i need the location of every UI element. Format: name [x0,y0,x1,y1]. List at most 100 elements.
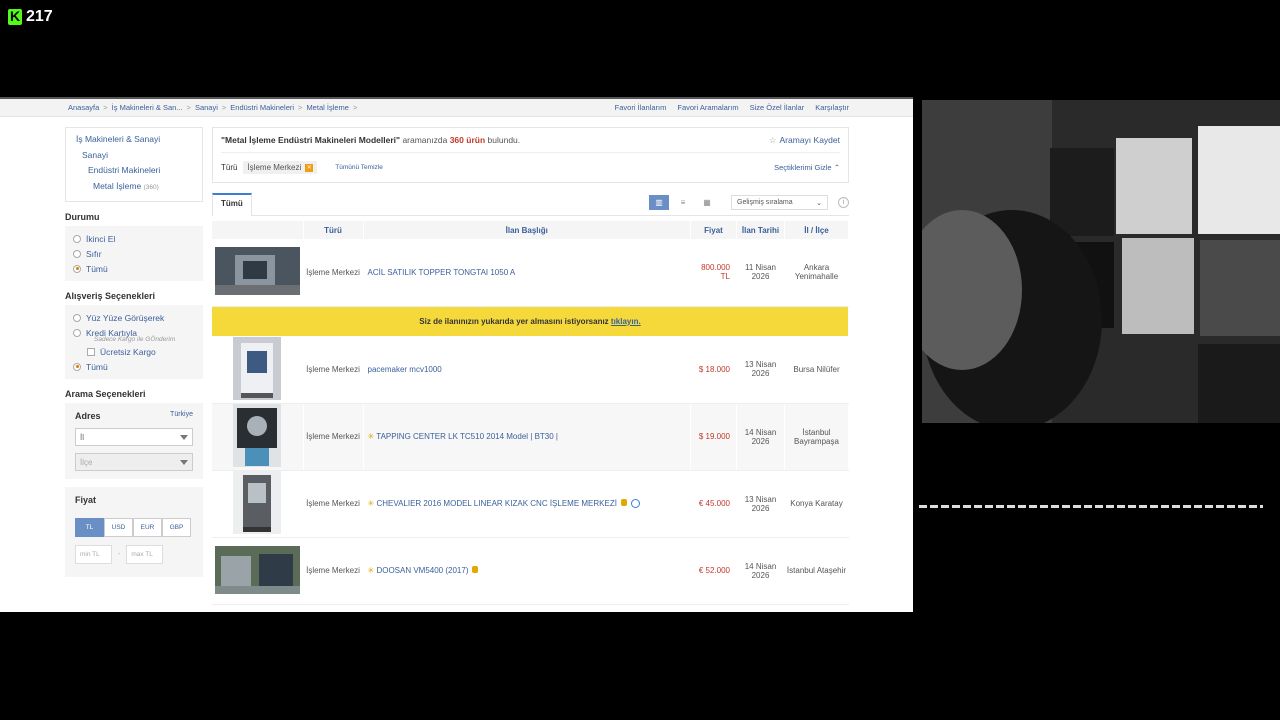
listing-title[interactable]: ACİL SATILIK TOPPER TONGTAI 1050 A [363,239,691,307]
listing-date: 14 Nisan 2026 [736,537,785,605]
category-count: (360) [143,183,159,191]
chevron-down-icon [180,434,188,440]
listing-location: Ankara Yenimahalle [784,239,849,307]
category-l2[interactable]: Sanayi [76,148,194,164]
filter-sidebar: İş Makineleri & Sanayi Sanayi Endüstri M… [65,127,203,577]
col-image [212,221,304,239]
table-row[interactable]: İşleme Merkezi ✳ DOOSAN VM5400 (2017) € … [212,537,849,605]
breadcrumb-item[interactable]: İş Makineleri & San... [112,103,183,112]
search-options-title: Arama Seçenekleri [65,389,146,399]
promo-link[interactable]: tıklayın. [611,317,641,326]
country-link[interactable]: Türkiye [170,411,193,421]
condition-title: Durumu [65,212,100,222]
listing-title[interactable]: ✳ DOOSAN VM5400 (2017) [363,537,691,605]
listing-type: İşleme Merkezi [303,403,364,471]
condition-new[interactable]: Sıfır [73,246,195,261]
listing-type: İşleme Merkezi [303,336,364,404]
listing-title[interactable]: ✳ TAPPING CENTER LK TC510 2014 Model | B… [363,403,691,471]
col-title[interactable]: İlan Başlığı [363,221,691,239]
condition-all[interactable]: Tümü [73,261,195,276]
personalized-listings-link[interactable]: Size Özel İlanlar [750,103,805,112]
shopping-face-to-face[interactable]: Yüz Yüze Görüşerek [73,310,195,325]
district-select[interactable]: İlçe [75,453,193,471]
info-icon[interactable]: i [838,197,849,208]
clear-all-link[interactable]: Tümünü Temizle [335,164,383,171]
condition-used[interactable]: İkinci El [73,231,195,246]
favorite-listings-link[interactable]: Favori İlanlarım [615,103,667,112]
breadcrumb-item[interactable]: Sanayi [195,103,218,112]
col-date[interactable]: İlan Tarihi [736,221,785,239]
breadcrumb-item[interactable]: Metal İşleme [306,103,349,112]
radio-icon [73,234,81,243]
breadcrumb-item[interactable]: Anasayfa [68,103,99,112]
top-bar: Anasayfa > İş Makineleri & San... > Sanayi… [0,97,913,117]
listing-thumbnail[interactable] [214,247,300,296]
currency-eur[interactable]: EUR [133,518,162,537]
listing-price: $ 19.000 [690,403,737,471]
results-main: "Metal İşleme Endüstri Makineleri Modell… [212,127,849,605]
listing-thumbnail[interactable] [233,404,282,467]
currency-usd[interactable]: USD [104,518,133,537]
table-row[interactable]: İşleme Merkezi pacemaker mcv1000 $ 18.00… [212,336,849,404]
listing-location: İstanbul Ataşehir [784,537,849,605]
chevron-down-icon [180,459,188,465]
category-l3[interactable]: Endüstri Makineleri [76,163,194,179]
listing-date: 14 Nisan 2026 [736,403,785,471]
favorite-searches-link[interactable]: Favori Aramalarım [677,103,738,112]
listing-title[interactable]: pacemaker mcv1000 [363,336,691,404]
radio-checked-icon [73,264,81,273]
listing-location: Bursa Nilüfer [784,336,849,404]
table-row[interactable]: İşleme Merkezi ACİL SATILIK TOPPER TONGT… [212,239,849,307]
tab-all[interactable]: Tümü [212,193,252,216]
currency-gbp[interactable]: GBP [162,518,191,537]
max-price-input[interactable]: max TL [126,545,164,564]
listing-location: Konya Karatay [784,470,849,538]
currency-toggle: TL USD EUR GBP [75,518,193,537]
category-l1[interactable]: İş Makineleri & Sanayi [76,132,194,148]
col-location[interactable]: İl / İlçe [784,221,849,239]
list-view-icon[interactable]: ▥ [649,195,669,210]
listing-thumbnail[interactable] [233,336,282,400]
city-select[interactable]: İl [75,428,193,446]
stream-frame: 217 Anasayfa> İş Makineleri & San...> Sa… [0,0,1280,720]
hide-selected-toggle[interactable]: Seçtiklerimi Gizle ⌃ [774,163,840,172]
currency-tl[interactable]: TL [75,518,104,537]
shopping-all[interactable]: Tümü [73,359,195,374]
breadcrumb-item[interactable]: Endüstri Makineleri [230,103,294,112]
grid-view-icon[interactable]: ▦ [697,195,717,210]
price-filter: Fiyat TL USD EUR GBP min TL - max TL [65,487,203,577]
listing-thumbnail[interactable] [233,471,282,534]
table-row[interactable]: İşleme Merkezi ✳ TAPPING CENTER LK TC510… [212,403,849,471]
result-text: "Metal İşleme Endüstri Makineleri Modell… [221,135,521,145]
compare-link[interactable]: Karşılaştır [815,103,849,112]
free-shipping-checkbox[interactable]: Ücretsiz Kargo [73,344,195,359]
table-row[interactable]: İşleme Merkezi ✳ CHEVALIER 2016 MODEL LI… [212,470,849,538]
result-summary: "Metal İşleme Endüstri Makineleri Modell… [212,127,849,183]
viewer-overlay: 217 [8,8,53,26]
filter-label: Türü [221,163,238,172]
listing-title[interactable]: ✳ CHEVALIER 2016 MODEL LINEAR KIZAK CNC … [363,470,691,538]
listing-thumbnail[interactable] [214,545,300,594]
listing-price: 800.000 TL [690,239,737,307]
min-price-input[interactable]: min TL [75,545,112,564]
shopping-title: Alışveriş Seçenekleri [65,291,156,301]
filter-chip[interactable]: İşleme Merkezi ✕ [243,161,318,174]
top-links: Favori İlanlarım Favori Aramalarım Size … [615,103,849,112]
compact-view-icon[interactable]: ≡ [673,195,693,210]
checkbox-icon [87,347,95,356]
shopping-options: Yüz Yüze Görüşerek Kredi Kartıyla Sadece… [65,305,203,379]
listing-location: İstanbul Bayrampaşa [784,403,849,471]
thumb-badge-icon [472,566,479,573]
radio-checked-icon [73,362,81,371]
listing-type: İşleme Merkezi [303,537,364,605]
listing-price: € 52.000 [690,537,737,605]
radio-icon [73,249,81,258]
col-type[interactable]: Türü [303,221,364,239]
separator-line [919,505,1263,508]
col-price[interactable]: Fiyat [690,221,737,239]
save-search-button[interactable]: ☆ Aramayı Kaydet [769,135,840,146]
listing-date: 11 Nisan 2026 [736,239,785,307]
category-l4[interactable]: Metal İşleme (360) [76,179,194,196]
sort-select[interactable]: Gelişmiş sıralama ⌄ [731,195,828,210]
webcam-feed [922,100,1280,423]
